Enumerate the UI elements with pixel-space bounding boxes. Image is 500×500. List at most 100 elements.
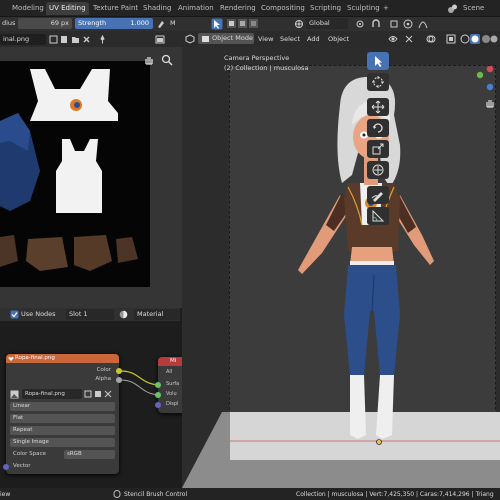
add-workspace-button[interactable]: + xyxy=(380,2,392,15)
projection-select[interactable]: Flat xyxy=(10,414,115,423)
select-box-icon[interactable] xyxy=(211,18,223,30)
tool-cursor[interactable] xyxy=(367,73,389,91)
pressure-icon[interactable] xyxy=(156,19,166,29)
tab-texture-paint[interactable]: Texture Paint xyxy=(90,2,141,15)
shader-row-displacement: Displ xyxy=(166,401,179,407)
mode-m-label[interactable]: M xyxy=(170,18,176,29)
image-name-field[interactable]: inal.png xyxy=(0,34,46,45)
workspace-tabs-bar: Modeling UV Editing Texture Paint Shadin… xyxy=(0,0,500,17)
extension-select[interactable]: Repeat xyxy=(10,426,115,435)
select-mode-icons[interactable] xyxy=(227,18,267,30)
menu-view[interactable]: View xyxy=(258,34,273,45)
menu-object[interactable]: Object xyxy=(328,34,349,45)
tab-rendering[interactable]: Rendering xyxy=(217,2,259,15)
image-unlink-icon[interactable] xyxy=(104,390,112,398)
new-image-icon[interactable] xyxy=(60,35,69,44)
shader-row-all: All xyxy=(166,369,173,375)
mouse-icon xyxy=(113,490,121,498)
shader-row-volume: Volu xyxy=(166,391,177,397)
image-editor-header: inal.png xyxy=(0,31,182,47)
menu-add[interactable]: Add xyxy=(307,34,320,45)
image-new-icon[interactable] xyxy=(94,390,102,398)
tab-compositing[interactable]: Compositing xyxy=(258,2,308,15)
alpha-output-socket[interactable] xyxy=(116,377,122,383)
image-node-title: Ropa-final.png xyxy=(6,354,119,363)
color-space-label: Color Space xyxy=(13,451,46,457)
image-editor-area[interactable] xyxy=(0,47,182,308)
tab-animation[interactable]: Animation xyxy=(175,2,217,15)
tab-shading[interactable]: Shading xyxy=(140,2,174,15)
slot-selector[interactable]: Slot 1 xyxy=(66,309,114,320)
surface-input-socket[interactable] xyxy=(155,382,161,388)
fake-user-icon[interactable] xyxy=(49,35,58,44)
viewport-pan-hand-icon[interactable] xyxy=(484,97,496,109)
shading-mode-icons[interactable] xyxy=(460,33,498,45)
vector-input-socket[interactable] xyxy=(3,464,9,470)
editor-type-icon[interactable] xyxy=(185,34,195,44)
pivot-icon[interactable] xyxy=(354,19,366,29)
open-image-icon[interactable] xyxy=(71,35,80,44)
tool-rotate[interactable] xyxy=(367,119,389,137)
color-space-select[interactable]: sRGB xyxy=(64,450,115,459)
source-select[interactable]: Single Image xyxy=(10,438,115,447)
viewport-3d[interactable]: Camera Perspective (2) Collection | musc… xyxy=(182,47,500,488)
unlink-icon[interactable] xyxy=(82,35,91,44)
gizmo-icon[interactable] xyxy=(404,34,414,44)
image-fake-user-icon[interactable] xyxy=(84,390,92,398)
viewport-header: Object Mode View Select Add Object xyxy=(182,31,500,47)
orientation-icon xyxy=(295,20,303,28)
overlays-icon[interactable] xyxy=(426,34,436,44)
image-tool-settings-bar: dius 69 px Strength 1.000 M xyxy=(0,17,182,31)
falloff-icon[interactable] xyxy=(418,19,428,29)
scene-statistics: Collection | musculosa | Vert:7,425,350 … xyxy=(296,491,494,498)
tool-move[interactable] xyxy=(367,98,389,116)
strength-field[interactable]: Strength 1.000 xyxy=(75,18,153,29)
scene-icon xyxy=(448,4,457,13)
tab-scripting[interactable]: Scripting xyxy=(307,2,344,15)
out-alpha-label: Alpha xyxy=(95,376,111,382)
strength-label: Strength xyxy=(78,19,107,27)
image-texture-node[interactable]: Ropa-final.png Color Alpha Ropa-final.pn… xyxy=(3,354,122,474)
snap-target-icon[interactable] xyxy=(389,19,399,29)
navigation-gizmo[interactable] xyxy=(472,65,498,99)
tool-scale[interactable] xyxy=(367,140,389,158)
radius-label: dius xyxy=(2,19,16,27)
xray-icon[interactable] xyxy=(446,34,456,44)
out-color-label: Color xyxy=(96,367,111,373)
pin-icon[interactable] xyxy=(98,35,107,44)
menu-select[interactable]: Select xyxy=(280,34,300,45)
color-output-socket[interactable] xyxy=(116,368,122,374)
object-mode-icon xyxy=(202,36,209,42)
zoom-icon[interactable] xyxy=(161,54,173,66)
visibility-icon[interactable] xyxy=(388,34,398,44)
tab-sculpting[interactable]: Sculpting xyxy=(344,2,383,15)
tool-select-box[interactable] xyxy=(367,52,389,70)
tab-uv-editing[interactable]: UV Editing xyxy=(46,2,89,15)
node-editor-header: Use Nodes Slot 1 Material xyxy=(0,308,180,321)
tool-measure[interactable] xyxy=(367,207,389,225)
tab-modeling[interactable]: Modeling xyxy=(9,2,47,15)
radius-field[interactable]: 69 px xyxy=(18,18,72,29)
collection-label: (2) Collection | musculosa xyxy=(224,64,309,72)
snap-icon[interactable] xyxy=(371,19,381,29)
object-origin-icon xyxy=(376,439,382,445)
tool-transform[interactable] xyxy=(367,161,389,179)
uv-texture-islands xyxy=(0,69,138,271)
image-browse-icon[interactable] xyxy=(10,390,19,399)
interpolation-select[interactable]: Linear xyxy=(10,402,115,411)
material-sphere-icon[interactable] xyxy=(119,310,129,319)
transform-orientation-select[interactable]: Global xyxy=(306,18,348,29)
texture-image xyxy=(0,61,150,287)
shader-row-surface: Surfa xyxy=(166,381,180,387)
use-nodes-checkbox[interactable] xyxy=(10,310,19,319)
node-editor-canvas[interactable]: Ropa-final.png Color Alpha Ropa-final.pn… xyxy=(0,321,188,488)
displacement-input-socket[interactable] xyxy=(155,402,161,408)
tool-annotate[interactable] xyxy=(367,186,389,204)
material-selector[interactable]: Material xyxy=(134,309,180,320)
scene-selector[interactable]: Scene xyxy=(460,2,487,15)
display-channels-icon[interactable] xyxy=(155,35,165,44)
volume-input-socket[interactable] xyxy=(155,392,161,398)
image-node-file-field[interactable]: Ropa-final.png xyxy=(22,389,82,399)
proportional-edit-icon[interactable] xyxy=(403,19,413,29)
pan-hand-icon[interactable] xyxy=(143,54,155,66)
